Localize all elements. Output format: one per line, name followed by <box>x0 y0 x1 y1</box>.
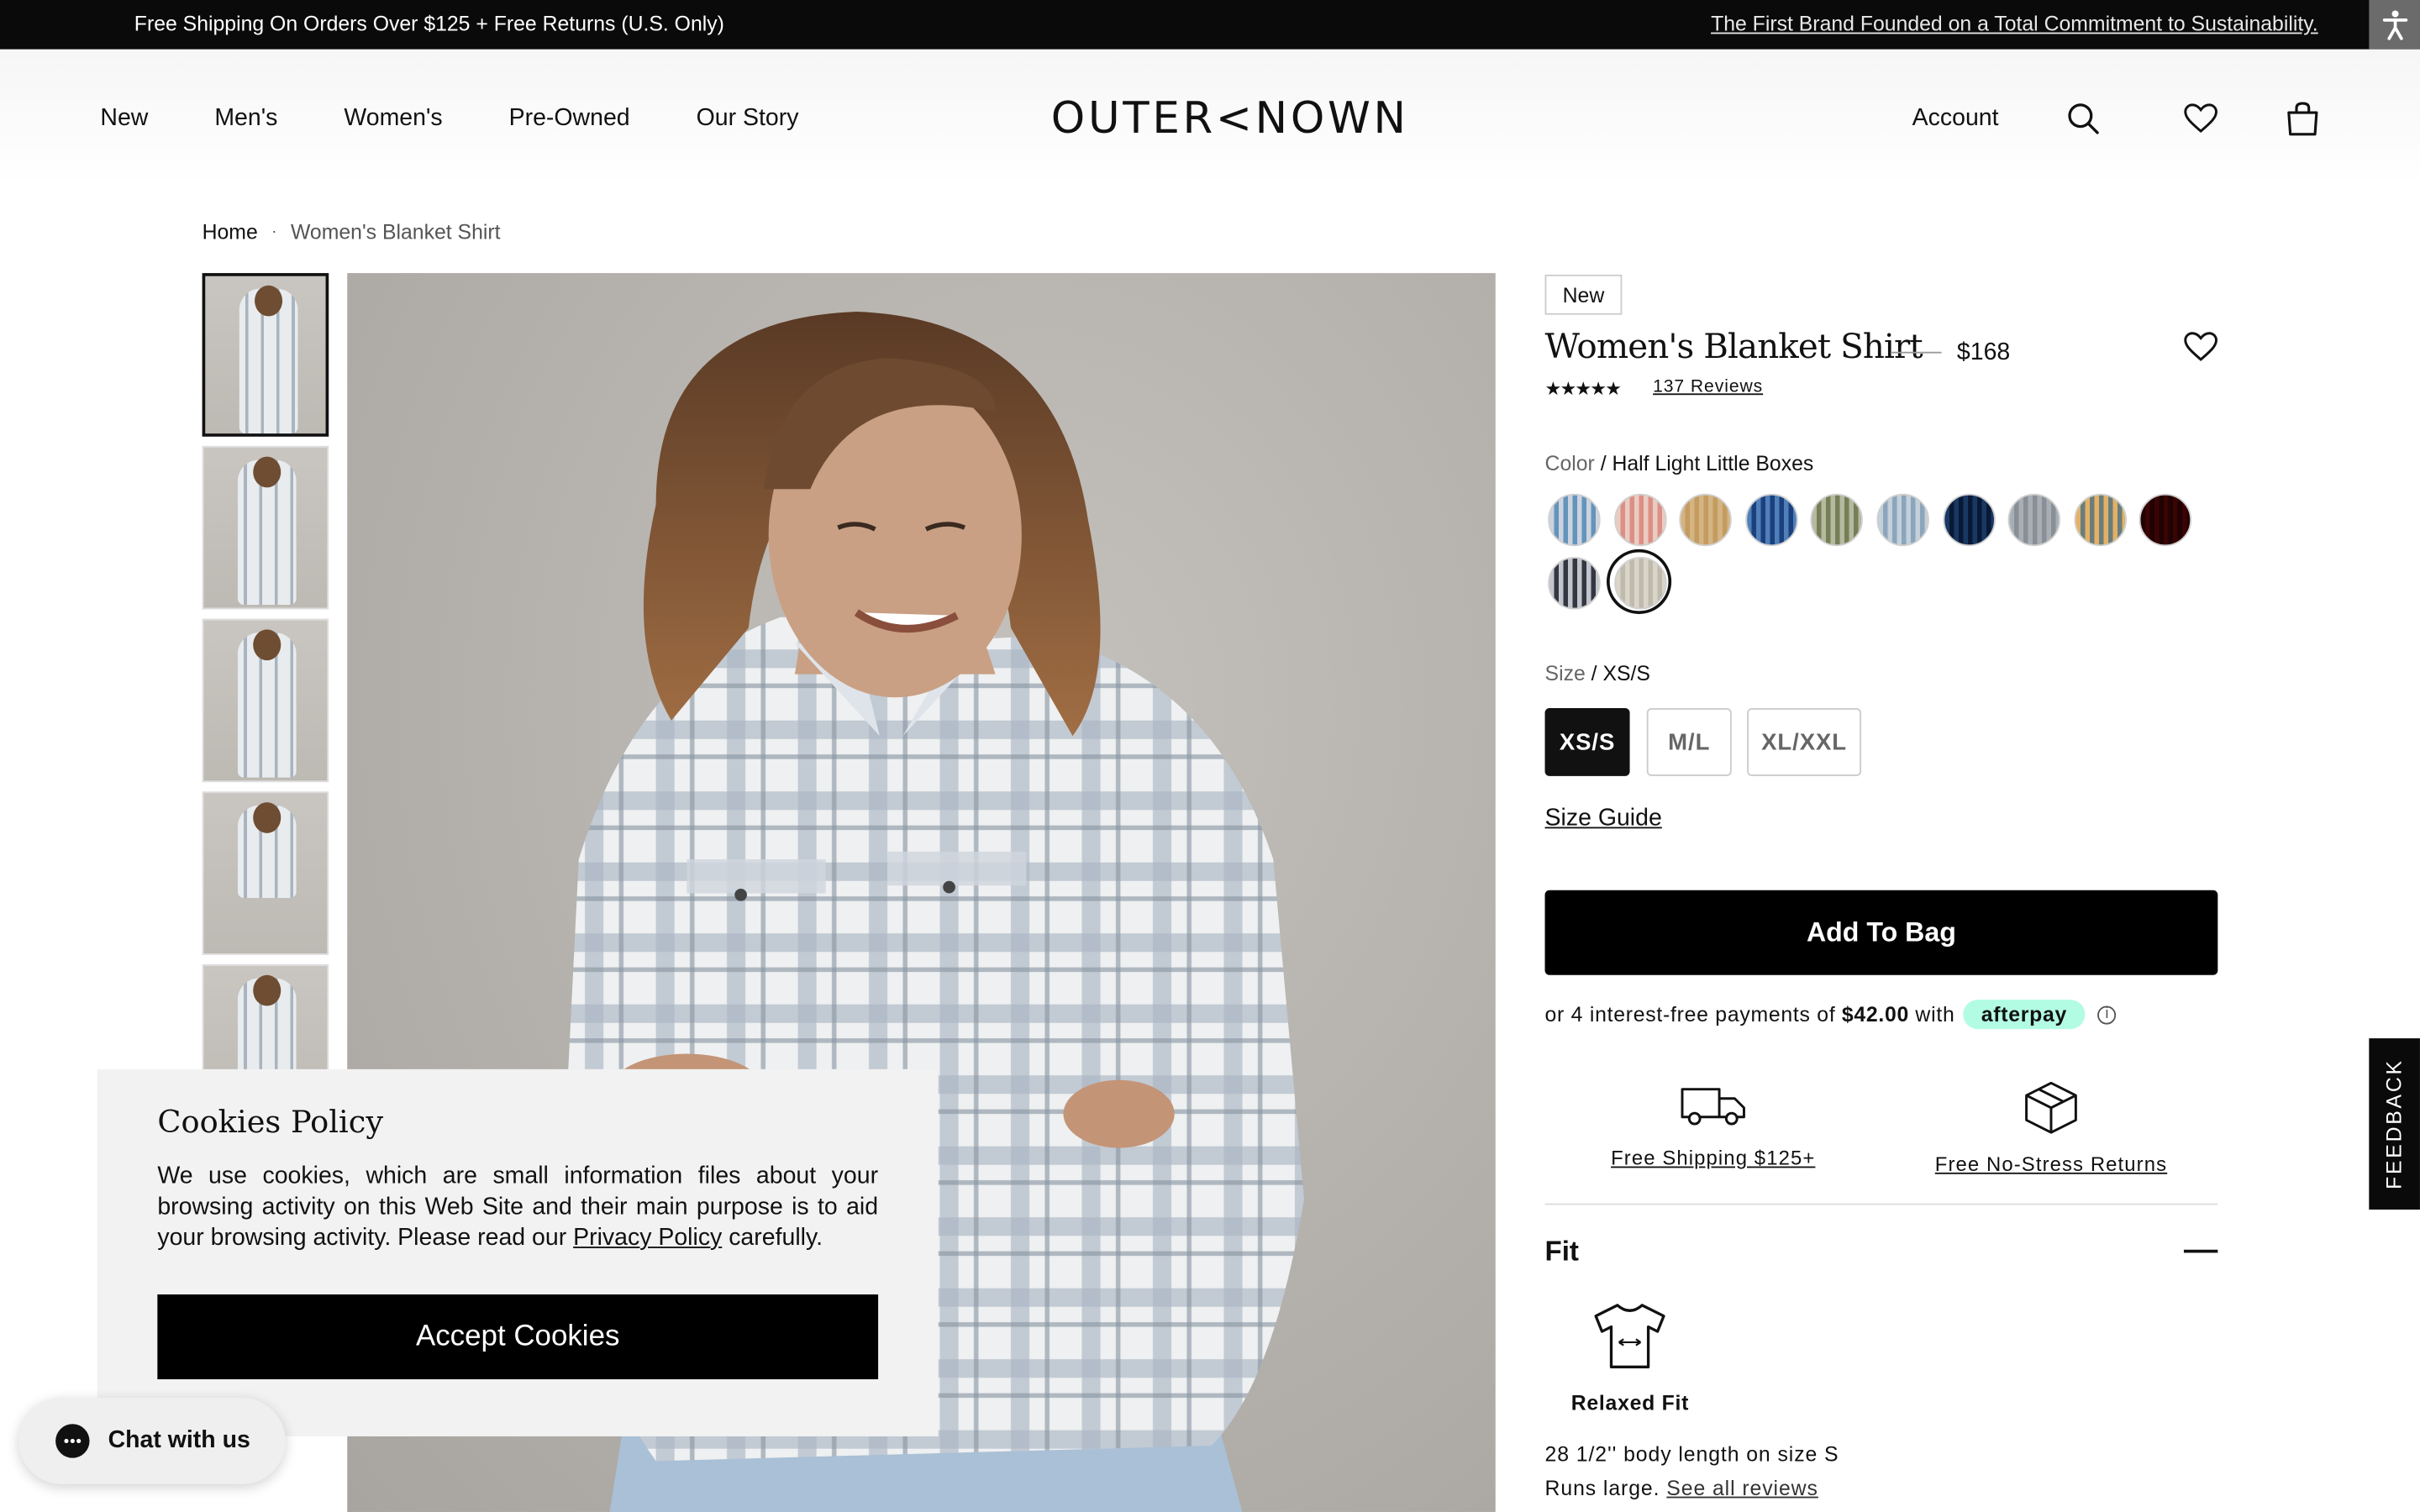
size-option-xs-s[interactable]: XS/S <box>1544 708 1630 776</box>
nav-womens[interactable]: Women's <box>344 105 442 133</box>
afterpay-message: or 4 interest-free payments of $42.00 wi… <box>1544 1000 2117 1030</box>
wishlist-heart-icon[interactable] <box>2182 100 2219 137</box>
nav-pre-owned[interactable]: Pre-Owned <box>509 105 630 133</box>
color-swatch-1[interactable] <box>1548 493 1601 547</box>
section-divider <box>1544 1203 2218 1205</box>
nav-new[interactable]: New <box>100 105 148 133</box>
afterpay-prefix: or 4 interest-free payments of <box>1544 1002 1836 1026</box>
collapse-minus-icon[interactable] <box>2183 1249 2218 1253</box>
breadcrumb-separator: · <box>271 223 277 241</box>
size-label-key: Size <box>1544 661 1586 685</box>
see-all-reviews-link[interactable]: See all reviews <box>1666 1477 1818 1500</box>
add-to-bag-button[interactable]: Add To Bag <box>1544 890 2218 975</box>
color-swatch-11[interactable] <box>1548 557 1601 610</box>
brand-logo[interactable]: OUTER<NOWN <box>1051 92 1409 144</box>
perk-free-returns-label[interactable]: Free No-Stress Returns <box>1926 1152 2176 1176</box>
thumbnail-1[interactable] <box>202 273 329 437</box>
color-swatch-2[interactable] <box>1613 493 1666 547</box>
announcement-bar: Free Shipping On Orders Over $125 + Free… <box>0 0 2420 50</box>
accessibility-button[interactable] <box>2369 0 2420 50</box>
cookie-text: We use cookies, which are small informat… <box>157 1162 878 1254</box>
chat-dots-icon <box>64 1438 82 1444</box>
fit-runs: Runs large. See all reviews <box>1545 1477 1818 1500</box>
accessibility-icon <box>2381 10 2407 40</box>
cookie-text-end: carefully. <box>722 1225 823 1252</box>
color-swatch-3[interactable] <box>1679 493 1733 547</box>
perk-free-returns[interactable]: Free No-Stress Returns <box>1926 1080 2176 1176</box>
size-label: Size / XS/S <box>1545 662 1650 685</box>
title-divider <box>1890 351 1942 354</box>
announcement-sustainability-link[interactable]: The First Brand Founded on a Total Commi… <box>1711 13 2318 36</box>
fit-section-title[interactable]: Fit <box>1545 1236 1579 1268</box>
perk-free-shipping-label[interactable]: Free Shipping $125+ <box>1605 1147 1821 1170</box>
feedback-tab[interactable]: FEEDBACK <box>2369 1038 2420 1210</box>
announcement-shipping: Free Shipping On Orders Over $125 + Free… <box>134 12 724 36</box>
accept-cookies-button[interactable]: Accept Cookies <box>157 1294 879 1380</box>
afterpay-info-icon[interactable]: i <box>2097 1005 2117 1024</box>
size-option-m-l[interactable]: M/L <box>1646 708 1732 776</box>
privacy-policy-link[interactable]: Privacy Policy <box>573 1225 722 1251</box>
box-icon <box>2025 1081 2077 1134</box>
color-label: Color / Half Light Little Boxes <box>1545 452 1814 475</box>
bag-icon[interactable] <box>2284 100 2321 137</box>
afterpay-suffix: with <box>1915 1002 1955 1026</box>
fit-runs-text: Runs large. <box>1544 1476 1660 1500</box>
color-label-key: Color <box>1544 452 1595 475</box>
account-link[interactable]: Account <box>1912 105 1999 133</box>
nav-our-story[interactable]: Our Story <box>697 105 799 133</box>
rating-stars: ★★★★★ <box>1544 377 1622 400</box>
color-label-value: / Half Light Little Boxes <box>1594 452 1814 475</box>
perk-free-shipping[interactable]: Free Shipping $125+ <box>1605 1080 1821 1170</box>
color-swatch-6[interactable] <box>1876 493 1929 547</box>
thumbnail-4[interactable] <box>202 791 329 955</box>
size-guide-link[interactable]: Size Guide <box>1545 806 1662 833</box>
thumbnail-3[interactable] <box>202 618 329 783</box>
thumbnail-list <box>202 273 332 1137</box>
size-label-value: / XS/S <box>1585 661 1650 685</box>
color-swatch-12[interactable] <box>1613 557 1666 610</box>
product-title: Women's Blanket Shirt <box>1544 328 1923 368</box>
fit-name: Relaxed Fit <box>1570 1391 1690 1415</box>
main-nav: New Men's Women's Pre-Owned Our Story <box>100 105 865 133</box>
breadcrumb-home[interactable]: Home <box>203 221 258 244</box>
afterpay-amount: $42.00 <box>1841 1002 1910 1026</box>
page-root: Free Shipping On Orders Over $125 + Free… <box>0 0 2420 1512</box>
color-swatch-5[interactable] <box>1811 493 1864 547</box>
size-option-xl-xxl[interactable]: XL/XXL <box>1747 708 1862 776</box>
chat-bubble-icon <box>55 1424 90 1458</box>
feedback-label: FEEDBACK <box>2382 1058 2407 1189</box>
color-swatch-7[interactable] <box>1942 493 1996 547</box>
product-price: $168 <box>1956 339 2011 366</box>
fit-body-length: 28 1/2'' body length on size S <box>1544 1442 1839 1466</box>
afterpay-logo[interactable]: afterpay <box>1962 1000 2086 1030</box>
cookie-title: Cookies Policy <box>157 1103 384 1141</box>
nav-mens[interactable]: Men's <box>214 105 277 133</box>
site-header: New Men's Women's Pre-Owned Our Story OU… <box>0 49 2420 186</box>
search-icon[interactable] <box>2065 100 2102 137</box>
color-swatch-4[interactable] <box>1744 493 1798 547</box>
add-to-wishlist-heart-icon[interactable] <box>2181 328 2221 365</box>
breadcrumb: Home · Women's Blanket Shirt <box>203 221 501 244</box>
color-swatch-10[interactable] <box>2139 493 2192 547</box>
color-swatch-9[interactable] <box>2074 493 2127 547</box>
color-swatch-8[interactable] <box>2007 493 2061 547</box>
chat-label: Chat with us <box>108 1426 250 1454</box>
tshirt-icon <box>1594 1304 1665 1368</box>
thumbnail-2[interactable] <box>202 445 329 610</box>
cookie-policy-modal: Cookies Policy We use cookies, which are… <box>97 1068 939 1436</box>
new-badge: New <box>1544 274 1623 315</box>
truck-icon <box>1681 1088 1745 1126</box>
chat-widget-button[interactable]: Chat with us <box>18 1398 286 1484</box>
breadcrumb-current: Women's Blanket Shirt <box>290 220 501 244</box>
reviews-link[interactable]: 137 Reviews <box>1653 378 1763 396</box>
